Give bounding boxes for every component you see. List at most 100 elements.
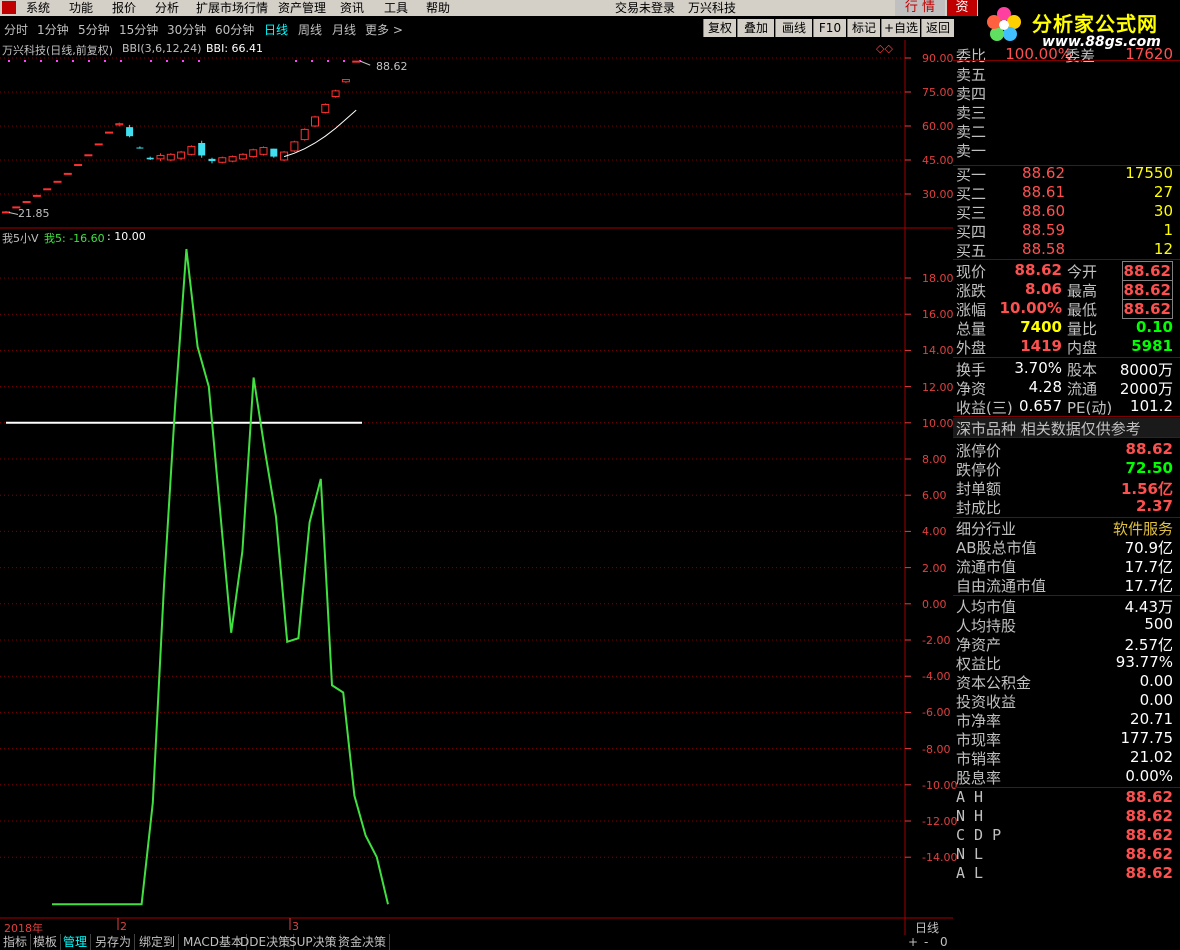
divider bbox=[953, 416, 1180, 417]
limit-row: 封单额 1.56亿 bbox=[953, 478, 1175, 498]
sell-level-label: 卖一 bbox=[956, 142, 987, 160]
quote-value: 8.06 bbox=[1024, 280, 1062, 298]
quote-label: 涨跌 bbox=[956, 282, 987, 300]
add-watchlist-button[interactable]: +自选 bbox=[881, 19, 920, 37]
reset-zoom-button[interactable]: 0 bbox=[937, 934, 951, 950]
menu-function[interactable]: 功能 bbox=[69, 0, 93, 16]
tab-template[interactable]: 模板 bbox=[30, 934, 62, 950]
sub-chart-series-label: 我5: -16.60 bbox=[44, 232, 105, 245]
pivot-value: 88.62 bbox=[1125, 807, 1173, 825]
quote-value: 88.62 bbox=[1014, 261, 1062, 279]
buy-level-row[interactable]: 买一 88.62 17550 bbox=[953, 164, 1175, 184]
quote-label: 量比 bbox=[1067, 320, 1098, 338]
stats-value: 4.28 bbox=[1028, 378, 1062, 396]
tab-save-as[interactable]: 另存为 bbox=[92, 934, 136, 950]
candlestick-series bbox=[2, 60, 371, 215]
fundamental-label: 市销率 bbox=[956, 750, 1002, 768]
fundamental-row: 市净率 20.71 bbox=[953, 710, 1175, 730]
tab-indicator[interactable]: 指标 bbox=[0, 934, 32, 950]
candle-body bbox=[94, 143, 103, 146]
candle-body bbox=[136, 147, 144, 149]
period-timeshare[interactable]: 分时 bbox=[4, 21, 28, 38]
pivot-value: 88.62 bbox=[1125, 788, 1173, 806]
weibi-label: 委比 bbox=[956, 47, 987, 65]
chart-canvas[interactable] bbox=[0, 40, 953, 935]
menu-analysis[interactable]: 分析 bbox=[155, 0, 179, 16]
chart-settings-icon[interactable]: ◇◇ bbox=[876, 42, 893, 55]
period-1min[interactable]: 1分钟 bbox=[37, 21, 69, 38]
candle-body bbox=[156, 154, 165, 160]
period-15min[interactable]: 15分钟 bbox=[119, 21, 158, 38]
main-ytick: 45.00 bbox=[922, 154, 954, 167]
top-marker bbox=[311, 60, 313, 62]
divider bbox=[953, 165, 1180, 166]
buy-level-label: 买一 bbox=[956, 166, 987, 184]
stats-row: 收益(三) 0.657 PE(动) 101.2 bbox=[953, 397, 1175, 417]
candle-body bbox=[63, 172, 72, 175]
fundamental-value: 0.00 bbox=[1139, 691, 1173, 709]
back-button[interactable]: 返回 bbox=[921, 19, 954, 37]
menu-quote[interactable]: 报价 bbox=[112, 0, 136, 16]
period-monthly[interactable]: 月线 bbox=[332, 21, 356, 38]
restore-rights-button[interactable]: 复权 bbox=[703, 19, 736, 37]
period-60min[interactable]: 60分钟 bbox=[215, 21, 254, 38]
pivot-row: N H 88.62 bbox=[953, 807, 1175, 826]
quote-value: 10.00% bbox=[999, 299, 1062, 317]
period-30min[interactable]: 30分钟 bbox=[167, 21, 206, 38]
sub-ytick: 12.00 bbox=[922, 380, 954, 394]
tab-manage[interactable]: 管理 bbox=[60, 934, 92, 950]
tab-sup[interactable]: SUP决策 bbox=[286, 934, 341, 950]
menu-tools[interactable]: 工具 bbox=[384, 0, 408, 16]
period-more[interactable]: 更多 > bbox=[365, 21, 403, 38]
tab-bind-to[interactable]: 绑定到 bbox=[136, 934, 180, 950]
weicha-label: 委差 bbox=[1064, 47, 1095, 65]
buy-level-row[interactable]: 买五 88.58 12 bbox=[953, 240, 1175, 260]
candle-body bbox=[228, 156, 237, 162]
quote-value: 88.62 bbox=[1121, 280, 1173, 300]
zoom-out-button[interactable]: - bbox=[921, 934, 931, 950]
overlay-button[interactable]: 叠加 bbox=[737, 19, 774, 37]
top-marker bbox=[8, 60, 10, 62]
candle-body bbox=[352, 60, 361, 63]
buy-level-row[interactable]: 买四 88.59 1 bbox=[953, 221, 1175, 241]
quote-value: 1419 bbox=[1020, 337, 1062, 355]
menu-help[interactable]: 帮助 bbox=[426, 0, 450, 16]
quote-button[interactable]: 行 情 bbox=[895, 0, 945, 16]
mark-button[interactable]: 标记 bbox=[847, 19, 880, 37]
menu-extended-market[interactable]: 扩展市场行情 bbox=[196, 0, 268, 16]
tab-capital[interactable]: 资金决策 bbox=[335, 934, 391, 950]
buy-level-label: 买二 bbox=[956, 185, 987, 203]
f10-button[interactable]: F10 bbox=[813, 19, 846, 37]
stats-label: 收益(三) bbox=[956, 399, 1013, 417]
menu-asset-management[interactable]: 资产管理 bbox=[278, 0, 326, 16]
sub-ytick: 16.00 bbox=[922, 308, 954, 322]
stats-label: 股本 bbox=[1067, 361, 1098, 379]
period-weekly[interactable]: 周线 bbox=[298, 21, 322, 38]
top-marker bbox=[327, 60, 329, 62]
menu-system[interactable]: 系统 bbox=[26, 0, 50, 16]
buy-level-row[interactable]: 买三 88.60 30 bbox=[953, 202, 1175, 222]
fundamental-label: 市净率 bbox=[956, 712, 1002, 730]
top-marker bbox=[198, 60, 200, 62]
quote-row: 外盘 1419 内盘 5981 bbox=[953, 337, 1175, 357]
zoom-in-button[interactable]: + bbox=[905, 934, 921, 950]
fundamental-value: 500 bbox=[1144, 615, 1173, 633]
cap-label: 自由流通市值 bbox=[956, 577, 1047, 595]
period-daily[interactable]: 日线 bbox=[264, 21, 288, 38]
asset-button[interactable]: 资 bbox=[947, 0, 977, 16]
buy-level-volume: 12 bbox=[1153, 240, 1173, 258]
draw-line-button[interactable]: 画线 bbox=[775, 19, 812, 37]
industry-value: 软件服务 bbox=[1112, 520, 1173, 538]
fundamental-label: 资本公积金 bbox=[956, 674, 1032, 692]
fundamental-row: 资本公积金 0.00 bbox=[953, 672, 1175, 692]
candle-body bbox=[341, 79, 350, 83]
indicator-series bbox=[6, 248, 389, 906]
buy-level-row[interactable]: 买二 88.61 27 bbox=[953, 183, 1175, 203]
quote-label: 内盘 bbox=[1067, 339, 1098, 357]
candle-body bbox=[218, 157, 227, 163]
menu-info[interactable]: 资讯 bbox=[340, 0, 364, 16]
market-note: 深市品种 相关数据仅供参考 bbox=[956, 420, 1141, 438]
login-status[interactable]: 交易未登录 bbox=[615, 0, 675, 16]
period-5min[interactable]: 5分钟 bbox=[78, 21, 110, 38]
industry-row: 细分行业 软件服务 bbox=[953, 518, 1175, 538]
